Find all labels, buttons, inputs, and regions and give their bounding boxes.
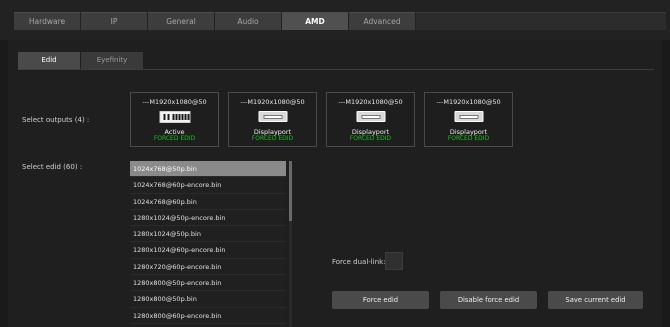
output-card[interactable]: ---M1920x1080@50 Displayport FORCED EDID: [424, 92, 513, 147]
output-status: FORCED EDID: [153, 135, 196, 142]
edid-list[interactable]: 1024x768@50p.bin 1024x768@60p-encore.bin…: [130, 161, 286, 327]
output-resolution: ---M1920x1080@50: [142, 98, 207, 106]
list-item[interactable]: 1024x768@50p.bin: [130, 161, 286, 178]
list-item[interactable]: 1280x800@60p-encore.bin: [130, 308, 286, 324]
output-resolution: ---M1920x1080@50: [436, 98, 501, 106]
hdmi-port-icon: [159, 111, 190, 123]
list-item[interactable]: 1024x768@60p.bin: [130, 194, 286, 210]
list-item[interactable]: 1280x800@50p-encore.bin: [130, 275, 286, 292]
tab-hardware[interactable]: Hardware: [14, 12, 80, 30]
output-card[interactable]: ---M1920x1080@50 Active FORCED EDID: [130, 92, 219, 147]
tab-bar-filler: [416, 12, 666, 30]
tab-general[interactable]: General: [148, 12, 214, 30]
select-outputs-label: Select outputs (4) :: [22, 116, 90, 124]
tab-advanced[interactable]: Advanced: [349, 12, 415, 30]
list-item[interactable]: 1280x1024@60p-encore.bin: [130, 242, 286, 259]
output-status: FORCED EDID: [251, 135, 294, 142]
output-card[interactable]: ---M1920x1080@50 Displayport FORCED EDID: [326, 92, 415, 147]
tab-audio[interactable]: Audio: [215, 12, 281, 30]
output-status: FORCED EDID: [349, 135, 392, 142]
force-dual-link-checkbox[interactable]: [385, 252, 403, 270]
main-tabs: Hardware IP General Audio AMD Advanced: [14, 12, 666, 30]
output-resolution: ---M1920x1080@50: [338, 98, 403, 106]
sub-tabs: Edid Eyefinity: [18, 52, 144, 69]
displayport-icon: [454, 111, 483, 122]
displayport-icon: [356, 111, 385, 122]
tab-edid[interactable]: Edid: [18, 52, 80, 69]
list-item[interactable]: 1280x1024@50p-encore.bin: [130, 210, 286, 227]
list-item[interactable]: 1280x800@50p.bin: [130, 291, 286, 308]
list-item[interactable]: 1280x1024@50p.bin: [130, 226, 286, 243]
save-current-edid-button[interactable]: Save current edid: [548, 291, 643, 309]
main-tab-bar: Hardware IP General Audio AMD Advanced: [0, 0, 670, 40]
output-resolution: ---M1920x1080@50: [240, 98, 305, 106]
select-edid-label: Select edid (60) :: [22, 163, 83, 171]
displayport-icon: [258, 111, 287, 122]
disable-force-edid-button[interactable]: Disable force edid: [440, 291, 537, 309]
tab-amd[interactable]: AMD: [282, 12, 348, 30]
edid-list-scrollbar[interactable]: [289, 161, 292, 327]
tab-ip[interactable]: IP: [81, 12, 147, 30]
amd-panel: Edid Eyefinity Select outputs (4) : ---M…: [8, 40, 662, 327]
list-item[interactable]: 1024x768@60p-encore.bin: [130, 177, 286, 194]
scrollbar-thumb[interactable]: [289, 161, 292, 221]
output-status: FORCED EDID: [447, 135, 490, 142]
list-item[interactable]: 1280x720@60p-encore.bin: [130, 259, 286, 276]
sub-tab-divider: [18, 69, 654, 70]
force-edid-button[interactable]: Force edid: [332, 291, 429, 309]
force-dual-link-label: Force dual-link:: [332, 258, 386, 266]
output-card[interactable]: ---M1920x1080@50 Displayport FORCED EDID: [228, 92, 317, 147]
tab-eyefinity[interactable]: Eyefinity: [81, 52, 143, 69]
